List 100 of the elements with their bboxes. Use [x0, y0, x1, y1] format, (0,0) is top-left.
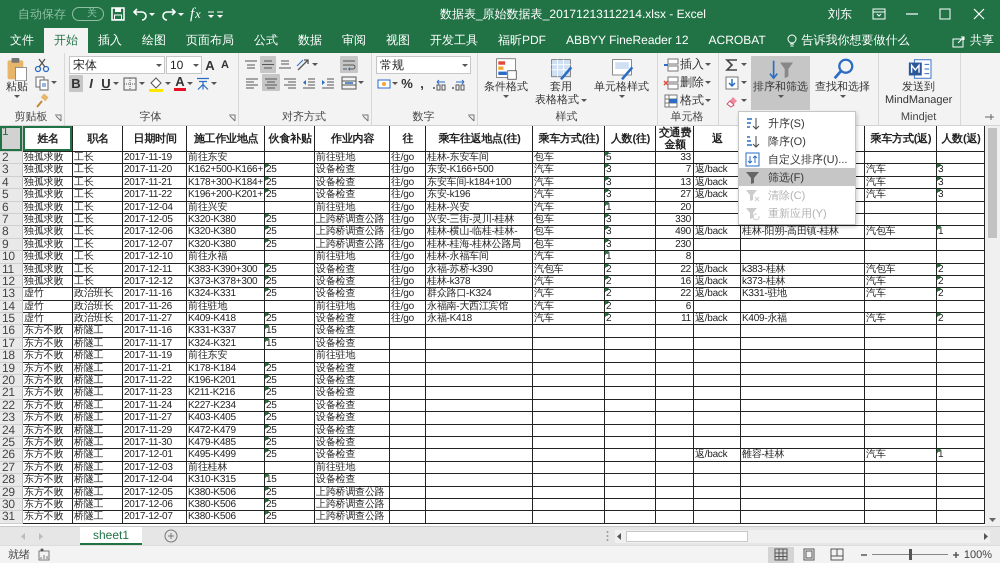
autosum-button[interactable]: [723, 56, 748, 73]
dialog-launcher-icon[interactable]: [361, 114, 369, 122]
row-number[interactable]: 10: [0, 251, 23, 264]
normal-view-icon[interactable]: [774, 548, 788, 561]
fill-button[interactable]: [723, 74, 748, 91]
row-number[interactable]: 9: [0, 238, 23, 252]
dialog-launcher-icon[interactable]: [467, 114, 475, 122]
merge-button[interactable]: [340, 74, 365, 91]
sort-filter-button[interactable]: 排序和筛选: [751, 56, 810, 110]
dialog-launcher-icon[interactable]: [228, 114, 236, 122]
percent-style-button[interactable]: %: [400, 75, 414, 92]
row-number[interactable]: 28: [0, 474, 23, 487]
menu-item[interactable]: 自定义排序(U)...: [739, 150, 855, 168]
shrink-font-button[interactable]: A: [218, 56, 232, 74]
row-number[interactable]: 20: [0, 375, 23, 388]
borders-button[interactable]: [121, 75, 146, 92]
row-number[interactable]: 29: [0, 486, 23, 499]
row-number[interactable]: 2: [0, 152, 23, 164]
redo-button[interactable]: [161, 6, 184, 22]
delete-button[interactable]: 删除: [662, 74, 712, 91]
ribbon-tab[interactable]: 数据: [288, 28, 332, 53]
row-number[interactable]: 7: [0, 214, 23, 226]
ribbon-tab[interactable]: 绘图: [132, 28, 176, 53]
dialog-launcher-icon[interactable]: [54, 114, 62, 122]
row-number[interactable]: 12: [0, 276, 23, 288]
center-button[interactable]: [262, 74, 280, 91]
copy-button[interactable]: [33, 74, 58, 91]
format-button[interactable]: 格式: [662, 92, 712, 109]
row-number[interactable]: 5: [0, 189, 23, 202]
ribbon-tab[interactable]: 福昕PDF: [488, 28, 556, 53]
row-number[interactable]: 19: [0, 362, 23, 376]
font-name-field[interactable]: 宋体: [69, 56, 165, 74]
ribbon-tab[interactable]: 公式: [244, 28, 288, 53]
row-number[interactable]: 13: [0, 288, 23, 301]
row-number[interactable]: 3: [0, 164, 23, 177]
send-to-mindmanager-button[interactable]: 发送到 MindManager: [883, 56, 954, 110]
conditional-format-button[interactable]: 条件格式: [482, 56, 530, 110]
ribbon-tab[interactable]: 开始: [44, 28, 88, 53]
insert-button[interactable]: 插入: [662, 56, 712, 73]
row-number[interactable]: 14: [0, 300, 23, 314]
scrollbar-thumb[interactable]: [626, 530, 748, 542]
middle-align-button[interactable]: [260, 56, 276, 73]
comma-style-button[interactable]: ,: [415, 75, 429, 92]
number-format-field[interactable]: 常规: [376, 56, 471, 74]
wrap-text-button[interactable]: [340, 56, 358, 73]
cell-styles-button[interactable]: 单元格样式: [592, 56, 651, 110]
zoom-level[interactable]: 100%: [964, 548, 992, 560]
ribbon-tab[interactable]: 开发工具: [420, 28, 488, 53]
fill-color-button[interactable]: [147, 75, 172, 92]
row-number[interactable]: 15: [0, 313, 23, 326]
ribbon-tab[interactable]: 视图: [376, 28, 420, 53]
row-number[interactable]: 27: [0, 462, 23, 474]
paste-button[interactable]: 粘贴: [4, 56, 30, 110]
save-button[interactable]: [110, 6, 126, 22]
ribbon-tab[interactable]: ACROBAT: [698, 28, 776, 53]
menu-item[interactable]: 升序(S): [739, 114, 855, 132]
font-size-field[interactable]: 10: [166, 56, 202, 74]
ribbon-tab[interactable]: 文件: [0, 28, 44, 53]
undo-button[interactable]: [132, 6, 155, 22]
page-break-icon[interactable]: [830, 548, 844, 561]
row-number[interactable]: 11: [0, 264, 23, 276]
zoom-slider-thumb[interactable]: [908, 549, 912, 560]
phonetic-button[interactable]: [195, 75, 218, 92]
ribbon-tab[interactable]: ABBYY FineReader 12: [556, 28, 699, 53]
sheet-tab[interactable]: sheet1: [80, 527, 142, 545]
row-number[interactable]: 6: [0, 202, 23, 214]
menu-item[interactable]: 降序(O): [739, 132, 855, 150]
row-number[interactable]: 25: [0, 436, 23, 450]
row-number[interactable]: 30: [0, 498, 23, 512]
underline-button[interactable]: U: [99, 75, 120, 92]
font-color-button[interactable]: A: [173, 75, 194, 92]
table-cell: 返/back: [694, 313, 741, 326]
ribbon-tab[interactable]: 插入: [88, 28, 132, 53]
find-select-button[interactable]: 查找和选择: [813, 56, 872, 110]
row-number[interactable]: 26: [0, 449, 23, 462]
grow-font-button[interactable]: A: [203, 56, 217, 74]
row-number[interactable]: 8: [0, 226, 23, 239]
cut-button[interactable]: [33, 56, 51, 73]
row-number[interactable]: 22: [0, 400, 23, 412]
row-number[interactable]: 17: [0, 338, 23, 350]
row-number[interactable]: 23: [0, 412, 23, 425]
row-number[interactable]: 31: [0, 511, 23, 524]
bold-button[interactable]: B: [69, 75, 83, 92]
user-name[interactable]: 刘东: [828, 6, 852, 22]
ribbon-tab[interactable]: 页面布局: [176, 28, 244, 53]
scrollbar-thumb[interactable]: [988, 128, 997, 238]
row-number[interactable]: 24: [0, 424, 23, 437]
format-as-table-button[interactable]: 套用 表格格式: [533, 56, 589, 110]
share-button[interactable]: 共享: [946, 28, 1000, 53]
ribbon-tab[interactable]: 审阅: [332, 28, 376, 53]
row-number[interactable]: 18: [0, 350, 23, 363]
customize-toolbar-button[interactable]: [206, 9, 224, 19]
row-number[interactable]: 21: [0, 387, 23, 400]
row-number[interactable]: 16: [0, 325, 23, 338]
menu-item[interactable]: 筛选(F): [739, 168, 855, 186]
add-sheet-icon[interactable]: [164, 529, 178, 543]
page-layout-icon[interactable]: [802, 548, 816, 561]
italic-button[interactable]: I: [84, 75, 98, 92]
tell-me-field[interactable]: 告诉我你想要做什么: [776, 28, 920, 53]
row-number[interactable]: 4: [0, 176, 23, 190]
